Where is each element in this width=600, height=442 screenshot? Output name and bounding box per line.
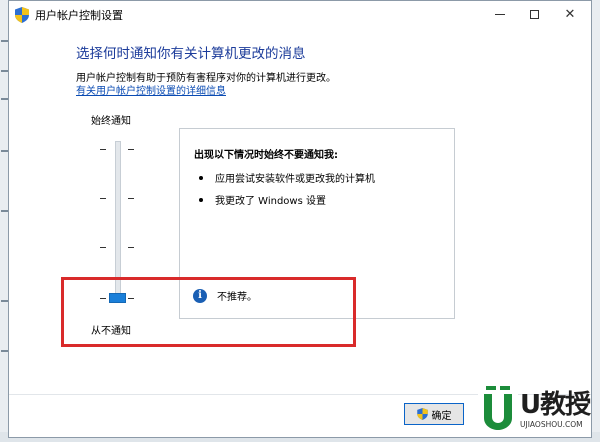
background-mark bbox=[1, 350, 8, 352]
bullet-icon bbox=[199, 197, 203, 202]
minimize-icon bbox=[495, 13, 505, 15]
slider-thumb[interactable] bbox=[109, 293, 126, 303]
list-item: 我更改了 Windows 设置 bbox=[199, 192, 326, 207]
slider-tick bbox=[128, 247, 134, 248]
maximize-icon bbox=[529, 9, 539, 19]
background-mark bbox=[1, 40, 8, 42]
list-item: 应用尝试安装软件或更改我的计算机 bbox=[199, 170, 375, 185]
level-description-panel: 出现以下情况时始终不要通知我: 应用尝试安装软件或更改我的计算机 我更改了 Wi… bbox=[179, 128, 455, 319]
bullet-icon bbox=[199, 175, 203, 180]
learn-more-link[interactable]: 有关用户帐户控制设置的详细信息 bbox=[76, 82, 226, 97]
window-title: 用户帐户控制设置 bbox=[35, 9, 123, 22]
background-mark bbox=[1, 150, 8, 152]
uac-shield-icon bbox=[15, 7, 29, 23]
slider-tick bbox=[128, 149, 134, 150]
slider-tick bbox=[128, 198, 134, 199]
recommendation-note: i 不推荐。 bbox=[193, 288, 257, 303]
close-icon: ✕ bbox=[564, 6, 576, 22]
bullet-text: 应用尝试安装软件或更改我的计算机 bbox=[215, 174, 375, 185]
slider-top-label: 始终通知 bbox=[91, 116, 131, 127]
watermark-site: UJIAOSHOU.COM bbox=[520, 420, 583, 429]
uac-settings-window: 用户帐户控制设置 ✕ 选择何时通知你有关计算机更改的消息 用户帐户控制有助于预防… bbox=[8, 0, 592, 438]
minimize-button[interactable] bbox=[483, 1, 517, 27]
title-bar[interactable]: 用户帐户控制设置 ✕ bbox=[9, 1, 591, 29]
recommendation-text: 不推荐。 bbox=[217, 292, 257, 303]
maximize-button[interactable] bbox=[517, 1, 551, 27]
slider-bottom-label: 从不通知 bbox=[91, 326, 131, 337]
ok-button-label: 确定 bbox=[431, 410, 452, 422]
uac-shield-icon bbox=[416, 408, 428, 420]
slider-tick bbox=[100, 247, 106, 248]
background-mark bbox=[1, 210, 8, 212]
site-watermark: U教授 UJIAOSHOU.COM bbox=[476, 378, 594, 438]
close-button[interactable]: ✕ bbox=[553, 1, 587, 27]
watermark-brand: U教授 bbox=[520, 390, 591, 420]
slider-track[interactable] bbox=[115, 141, 121, 301]
ok-button[interactable]: 确定 bbox=[404, 403, 464, 425]
background-mark bbox=[1, 70, 8, 72]
panel-title: 出现以下情况时始终不要通知我: bbox=[194, 150, 338, 161]
background-mark bbox=[1, 300, 8, 302]
slider-tick bbox=[100, 198, 106, 199]
info-icon: i bbox=[193, 288, 207, 303]
page-heading: 选择何时通知你有关计算机更改的消息 bbox=[76, 46, 306, 62]
slider-tick bbox=[128, 298, 134, 299]
slider-tick bbox=[100, 298, 106, 299]
slider-tick bbox=[100, 149, 106, 150]
bullet-text: 我更改了 Windows 设置 bbox=[215, 196, 326, 207]
watermark-logo-icon bbox=[478, 380, 518, 434]
background-mark bbox=[1, 98, 8, 100]
